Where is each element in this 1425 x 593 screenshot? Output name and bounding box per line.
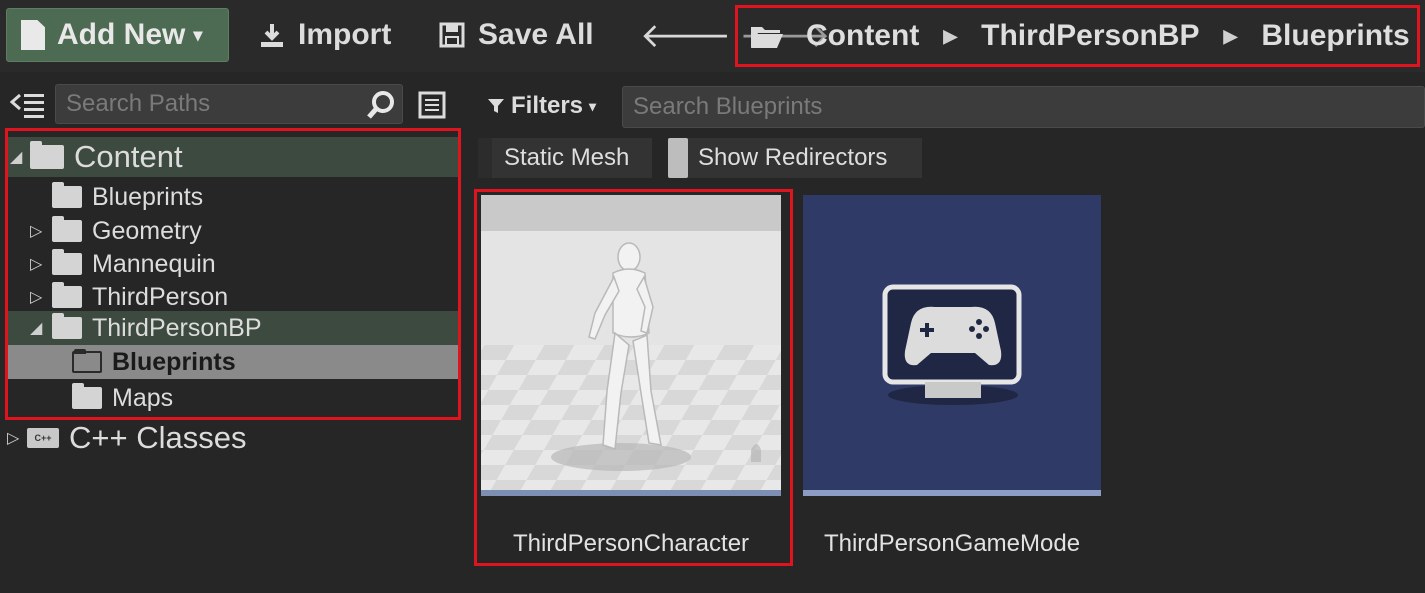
download-icon [261,24,283,47]
tree-item-label: ThirdPerson [92,282,229,311]
search-paths-input[interactable] [56,85,356,123]
back-arrow-icon[interactable]: 🡐 [640,16,731,56]
tree-item-label: Blueprints [92,182,204,211]
tree-item-label: Blueprints [112,347,236,376]
collapsed-arrow-icon[interactable]: ▷ [30,254,42,274]
filters-label: Filters [511,92,584,119]
expanded-arrow-icon[interactable]: ◢ [30,318,42,338]
asset-tile-thirdpersongamemode[interactable] [803,195,1101,496]
filter-funnel-icon [488,99,504,113]
search-icon[interactable] [366,90,396,120]
new-document-icon [21,20,45,50]
search-paths-field [55,84,403,124]
tree-item-mannequin[interactable]: ▷ Mannequin [8,248,458,280]
import-button[interactable]: Import [258,8,391,62]
add-new-label: Add New [57,18,186,51]
tree-item-blueprints-selected[interactable]: Blueprints [8,345,458,379]
tree-item-maps[interactable]: Maps [8,382,458,414]
folder-icon [52,249,82,275]
open-folder-icon[interactable] [750,23,784,49]
gamepad-monitor-icon [882,284,1022,405]
folder-icon [72,349,102,373]
breadcrumb: Content ▶ ThirdPersonBP ▶ Blueprints [735,5,1420,67]
expanded-arrow-icon[interactable]: ◢ [10,147,22,167]
filters-button[interactable]: Filters ▾ [487,90,596,122]
tree-item-label: Mannequin [92,249,216,278]
tree-item-content[interactable]: ◢ Content [8,137,458,177]
collapsed-arrow-icon[interactable]: ▷ [30,221,42,241]
breadcrumb-item-content[interactable]: Content [806,19,919,53]
content-browser-toolbar: Add New ▾ Import Save All 🡐 🡒 Content ▶ … [0,0,1425,72]
collapsed-arrow-icon[interactable]: ▷ [7,428,19,448]
asset-type-color-bar [481,490,781,496]
filter-chip-show-redirectors[interactable]: Show Redirectors [668,138,922,178]
search-blueprints-input[interactable] [623,87,1403,127]
filter-chip-label: Show Redirectors [698,144,888,171]
filter-chip-label: Static Mesh [504,144,630,171]
chevron-down-icon: ▾ [193,24,203,45]
tree-item-cpp-classes[interactable]: ▷ C++ C++ Classes [5,418,455,458]
import-label: Import [298,18,392,51]
folder-icon [72,383,102,409]
breadcrumb-item-blueprints[interactable]: Blueprints [1261,19,1409,53]
tree-item-label: C++ Classes [69,420,247,455]
tree-item-label: ThirdPersonBP [92,313,262,342]
mannequin-thumbnail [481,242,781,490]
collapse-sources-icon[interactable] [10,91,46,119]
collapsed-arrow-icon[interactable]: ▷ [30,287,42,307]
tree-item-label: Maps [112,383,174,412]
breadcrumb-separator-icon[interactable]: ▶ [1224,26,1238,47]
folder-tree: ◢ Content Blueprints ▷ Geometry ▷ Manneq… [5,128,461,420]
open-folder-icon [30,141,64,169]
folder-icon [52,182,82,208]
search-blueprints-field [622,86,1425,128]
breadcrumb-item-thirdpersonbp[interactable]: ThirdPersonBP [981,19,1199,53]
add-new-button[interactable]: Add New ▾ [6,8,229,62]
open-folder-icon [52,313,82,339]
tree-item-blueprints[interactable]: Blueprints [8,181,458,213]
save-all-button[interactable]: Save All [438,8,594,62]
save-all-label: Save All [478,18,594,51]
asset-type-color-bar [803,490,1101,496]
tree-item-thirdpersonbp[interactable]: ◢ ThirdPersonBP [8,311,458,345]
asset-tile-thirdpersoncharacter[interactable] [481,195,781,496]
asset-thumbnail [803,195,1101,490]
cpp-folder-icon: C++ [27,428,59,448]
tree-item-label: Content [74,139,183,174]
view-options-icon[interactable] [418,91,446,119]
breadcrumb-separator-icon[interactable]: ▶ [943,26,957,47]
chevron-down-icon: ▾ [589,97,597,114]
tree-item-geometry[interactable]: ▷ Geometry [8,215,458,247]
sources-header [0,82,460,128]
tree-item-thirdperson[interactable]: ▷ ThirdPerson [8,281,458,313]
filter-chip-toggle [478,138,492,178]
asset-thumbnail [481,195,781,490]
folder-icon [52,216,82,242]
asset-name-label: ThirdPersonCharacter [512,530,750,557]
folder-icon [52,282,82,308]
asset-name-label: ThirdPersonGameMode [823,530,1081,557]
save-icon [439,22,465,48]
filter-chip-toggle [668,138,688,178]
filter-chip-static-mesh[interactable]: Static Mesh [478,138,652,178]
tree-item-label: Geometry [92,216,202,245]
